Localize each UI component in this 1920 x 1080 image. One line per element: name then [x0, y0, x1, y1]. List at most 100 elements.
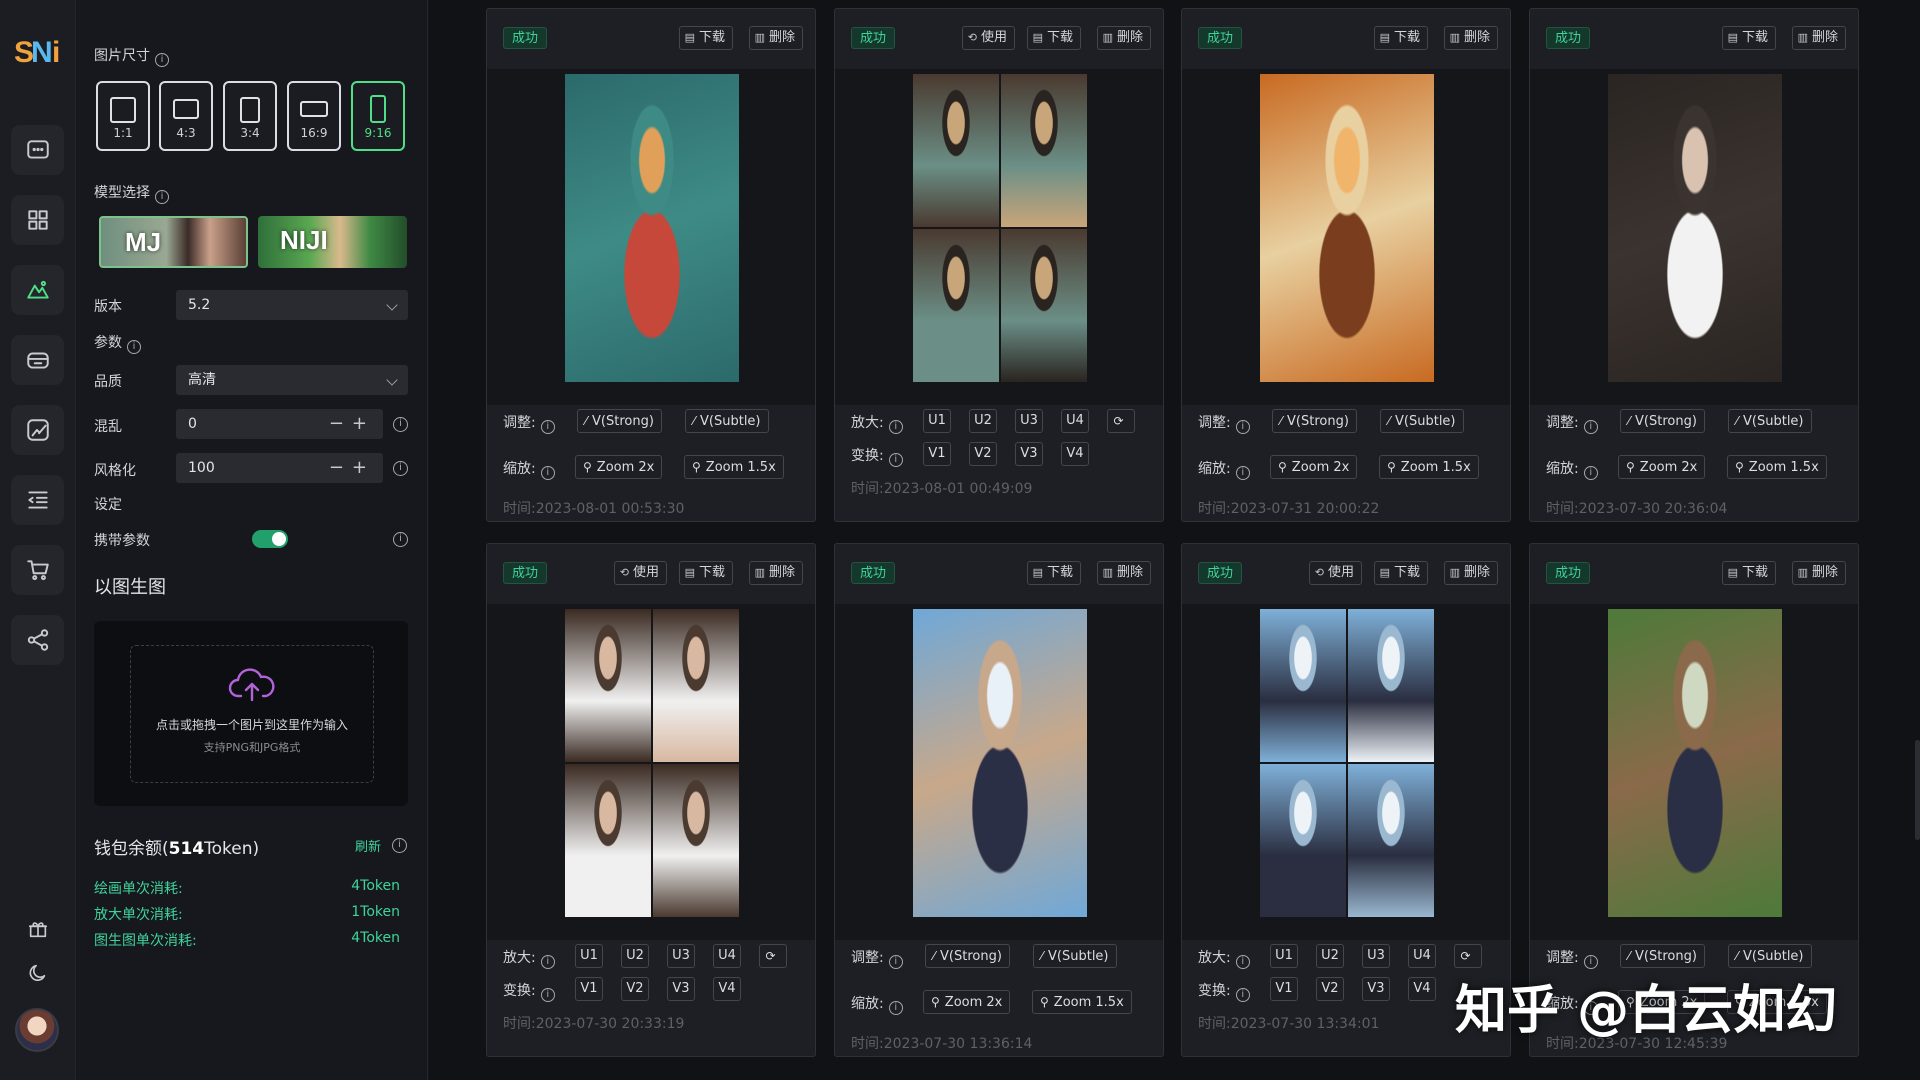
- vary-subtle-button[interactable]: ⁄ V(Subtle): [1728, 409, 1812, 433]
- grid-image[interactable]: [1260, 764, 1346, 917]
- rail-draw-button[interactable]: [11, 265, 64, 315]
- upscale-u3-button[interactable]: U3: [667, 944, 695, 968]
- info-icon[interactable]: i: [127, 340, 141, 354]
- upscale-u3-button[interactable]: U3: [1362, 944, 1390, 968]
- quality-select[interactable]: 高清: [176, 365, 408, 395]
- grid-image[interactable]: [1348, 609, 1434, 762]
- upscale-u1-button[interactable]: U1: [575, 944, 603, 968]
- chaos-input[interactable]: 0 −+: [176, 409, 383, 439]
- info-icon[interactable]: i: [888, 955, 903, 969]
- image-grid-thumbnail[interactable]: [565, 609, 739, 917]
- info-icon[interactable]: i: [540, 988, 555, 1002]
- grid-image[interactable]: [913, 229, 999, 382]
- vary-subtle-button[interactable]: ⁄ V(Subtle): [1033, 944, 1117, 968]
- info-icon[interactable]: i: [1235, 988, 1250, 1002]
- stylize-info-icon[interactable]: i: [393, 461, 408, 476]
- variation-v4-button[interactable]: V4: [1061, 442, 1089, 466]
- rail-list-button[interactable]: [11, 475, 64, 525]
- info-icon[interactable]: i: [1583, 420, 1598, 434]
- info-icon[interactable]: i: [1235, 466, 1250, 480]
- ratio-4-3-button[interactable]: 4:3: [159, 81, 213, 151]
- grid-image[interactable]: [565, 764, 651, 917]
- grid-image[interactable]: [1001, 74, 1087, 227]
- use-button[interactable]: ⟲ 使用: [961, 26, 1015, 50]
- image-thumbnail[interactable]: [1608, 74, 1782, 382]
- variation-v2-button[interactable]: V2: [621, 977, 649, 1001]
- rail-edit-image-button[interactable]: [11, 405, 64, 455]
- download-button[interactable]: ▤ 下载: [1373, 561, 1428, 585]
- rail-wallet-button[interactable]: [11, 335, 64, 385]
- upscale-u4-button[interactable]: U4: [1061, 409, 1089, 433]
- vary-subtle-button[interactable]: ⁄ V(Subtle): [1728, 944, 1812, 968]
- stylize-stepper[interactable]: −+: [329, 453, 375, 483]
- download-button[interactable]: ▤ 下载: [1373, 26, 1428, 50]
- vary-strong-button[interactable]: ⁄ V(Strong): [577, 409, 662, 433]
- grid-image[interactable]: [653, 609, 739, 762]
- image-thumbnail[interactable]: [913, 609, 1087, 917]
- upscale-u2-button[interactable]: U2: [621, 944, 649, 968]
- ratio-9-16-button[interactable]: 9:16: [351, 81, 405, 151]
- upscale-u2-button[interactable]: U2: [969, 409, 997, 433]
- zoom-2x-button[interactable]: ⚲ Zoom 2x: [1270, 455, 1358, 479]
- reroll-button[interactable]: ⟳: [1107, 409, 1135, 433]
- ratio-1-1-button[interactable]: 1:1: [96, 81, 150, 151]
- chaos-stepper[interactable]: −+: [329, 409, 375, 439]
- info-icon[interactable]: i: [888, 420, 903, 434]
- download-button[interactable]: ▤ 下载: [1026, 561, 1081, 585]
- variation-v4-button[interactable]: V4: [713, 977, 741, 1001]
- rail-theme-button[interactable]: [23, 958, 53, 988]
- grid-image[interactable]: [1348, 764, 1434, 917]
- upload-dropzone[interactable]: 点击或拖拽一个图片到这里作为输入 支持PNG和JPG格式: [94, 621, 408, 806]
- upscale-u4-button[interactable]: U4: [713, 944, 741, 968]
- variation-v3-button[interactable]: V3: [1362, 977, 1390, 1001]
- info-icon[interactable]: i: [155, 53, 169, 67]
- delete-button[interactable]: ▥ 删除: [1096, 26, 1151, 50]
- info-icon[interactable]: i: [540, 420, 555, 434]
- info-icon[interactable]: i: [155, 190, 169, 204]
- refresh-button[interactable]: 刷新: [355, 836, 381, 855]
- upscale-u1-button[interactable]: U1: [923, 409, 951, 433]
- download-button[interactable]: ▤ 下载: [678, 26, 733, 50]
- vary-strong-button[interactable]: ⁄ V(Strong): [925, 944, 1010, 968]
- zoom-1-5x-button[interactable]: ⚲ Zoom 1.5x: [684, 455, 784, 479]
- zoom-2x-button[interactable]: ⚲ Zoom 2x: [575, 455, 663, 479]
- rail-grid-button[interactable]: [11, 195, 64, 245]
- image-thumbnail[interactable]: [1608, 609, 1782, 917]
- stylize-input[interactable]: 100 −+: [176, 453, 383, 483]
- variation-v2-button[interactable]: V2: [1316, 977, 1344, 1001]
- ratio-16-9-button[interactable]: 16:9: [287, 81, 341, 151]
- vary-strong-button[interactable]: ⁄ V(Strong): [1620, 409, 1705, 433]
- variation-v3-button[interactable]: V3: [1015, 442, 1043, 466]
- rail-share-button[interactable]: [11, 615, 64, 665]
- use-button[interactable]: ⟲ 使用: [1308, 561, 1362, 585]
- variation-v2-button[interactable]: V2: [969, 442, 997, 466]
- chaos-info-icon[interactable]: i: [393, 417, 408, 432]
- delete-button[interactable]: ▥ 删除: [1096, 561, 1151, 585]
- info-icon[interactable]: i: [540, 955, 555, 969]
- vary-subtle-button[interactable]: ⁄ V(Subtle): [1380, 409, 1464, 433]
- delete-button[interactable]: ▥ 删除: [748, 561, 803, 585]
- image-thumbnail[interactable]: [1260, 74, 1434, 382]
- image-grid-thumbnail[interactable]: [913, 74, 1087, 382]
- download-button[interactable]: ▤ 下载: [1721, 26, 1776, 50]
- info-icon[interactable]: i: [888, 453, 903, 467]
- download-button[interactable]: ▤ 下载: [678, 561, 733, 585]
- zoom-1-5x-button[interactable]: ⚲ Zoom 1.5x: [1032, 990, 1132, 1014]
- wallet-info-icon[interactable]: i: [392, 838, 407, 853]
- rail-cart-button[interactable]: [11, 545, 64, 595]
- reroll-button[interactable]: ⟳: [759, 944, 787, 968]
- variation-v1-button[interactable]: V1: [1270, 977, 1298, 1001]
- download-button[interactable]: ▤ 下载: [1026, 26, 1081, 50]
- image-thumbnail[interactable]: [565, 74, 739, 382]
- rail-gift-button[interactable]: [23, 914, 53, 944]
- zoom-1-5x-button[interactable]: ⚲ Zoom 1.5x: [1727, 455, 1827, 479]
- info-icon[interactable]: i: [540, 466, 555, 480]
- info-icon[interactable]: i: [1235, 955, 1250, 969]
- upscale-u1-button[interactable]: U1: [1270, 944, 1298, 968]
- carry-params-toggle[interactable]: [252, 530, 288, 548]
- upscale-u3-button[interactable]: U3: [1015, 409, 1043, 433]
- variation-v1-button[interactable]: V1: [575, 977, 603, 1001]
- carry-params-info-icon[interactable]: i: [393, 532, 408, 547]
- avatar[interactable]: [15, 1008, 59, 1052]
- delete-button[interactable]: ▥ 删除: [748, 26, 803, 50]
